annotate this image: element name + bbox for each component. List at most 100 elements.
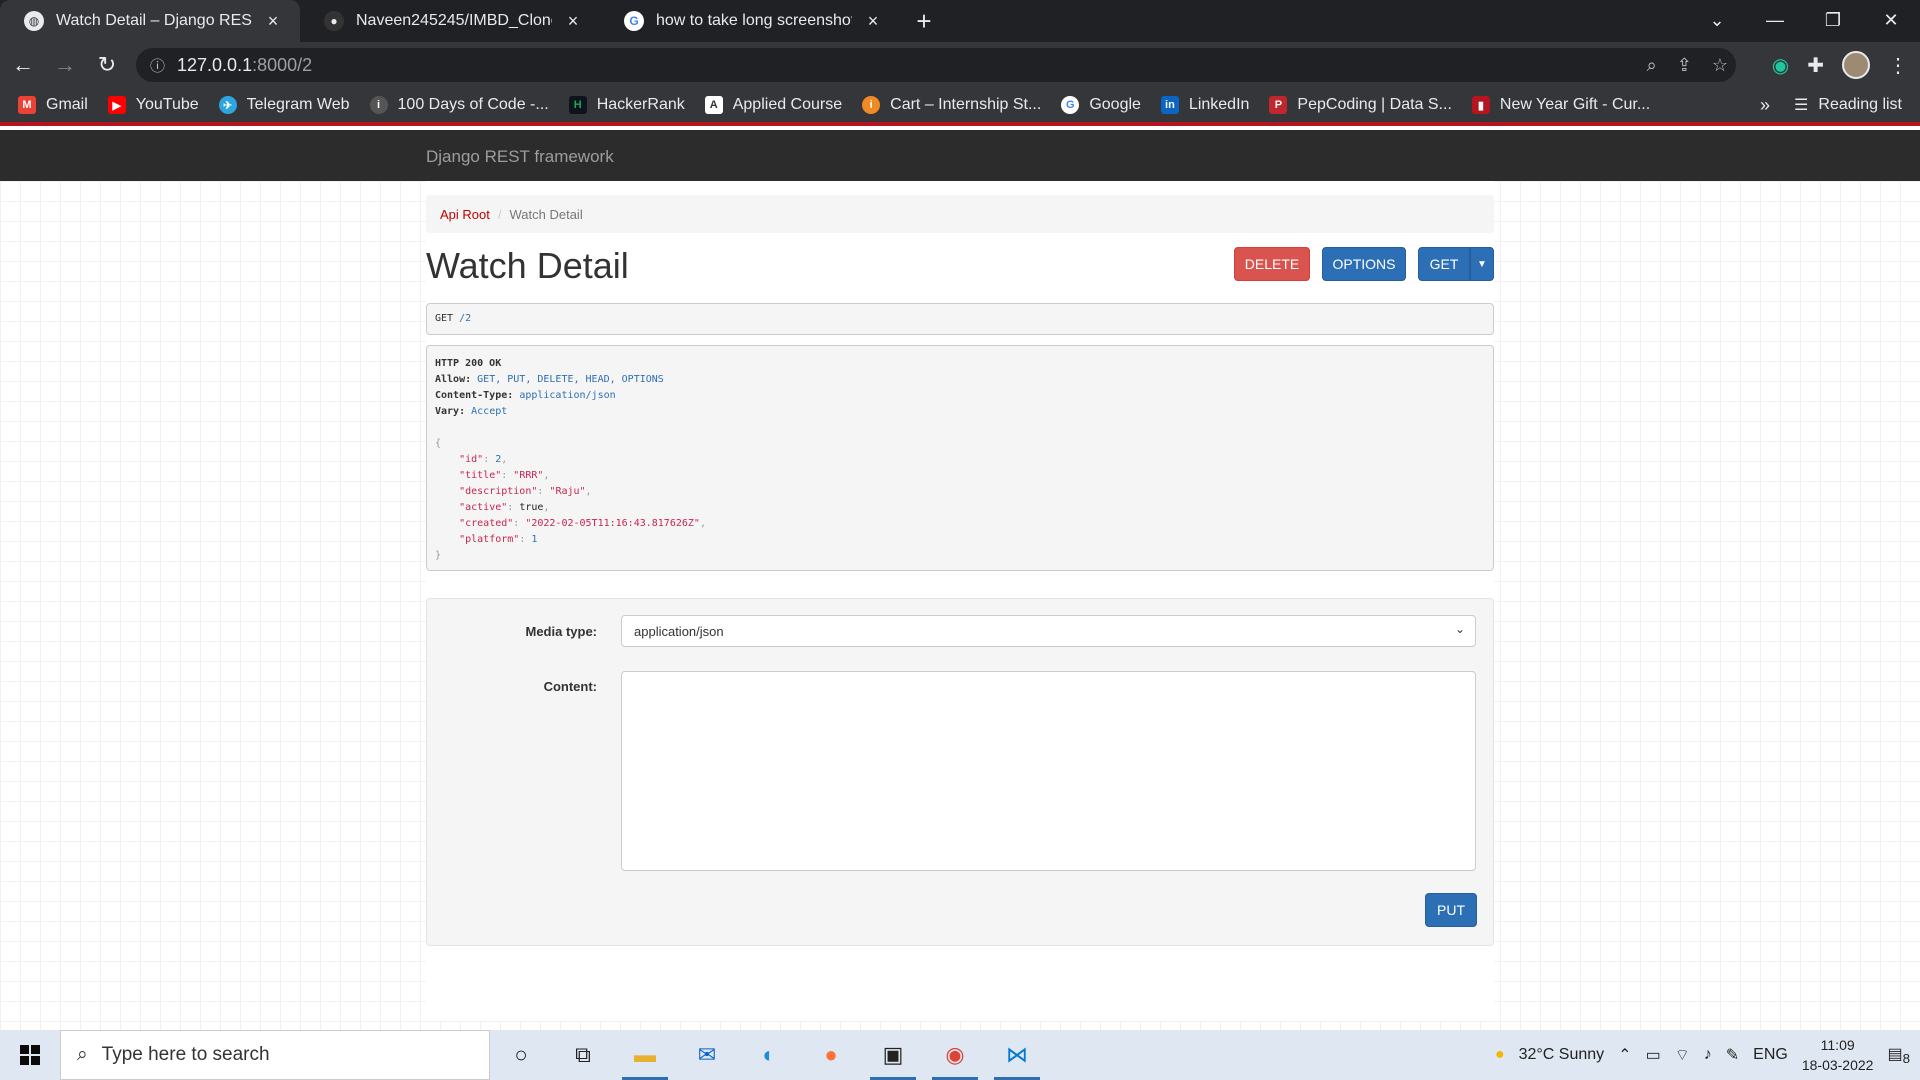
- mail-icon[interactable]: ✉: [676, 1030, 738, 1080]
- json-key: "id": [459, 454, 484, 465]
- language-indicator[interactable]: ENG: [1753, 1046, 1788, 1064]
- header-name: Allow:: [435, 374, 472, 385]
- gift-icon: ▮: [1471, 96, 1490, 114]
- google-icon: G: [1061, 96, 1080, 114]
- tab-search-icon[interactable]: ⌄: [1688, 0, 1746, 42]
- taskbar-search[interactable]: ⌕ Type here to search: [60, 1030, 490, 1080]
- content-textarea[interactable]: [621, 671, 1476, 871]
- bookmark-applied-course[interactable]: A Applied Course: [704, 96, 843, 114]
- reload-button[interactable]: ↻: [88, 46, 126, 84]
- delete-button[interactable]: DELETE: [1234, 247, 1310, 281]
- volume-icon[interactable]: ♪: [1704, 1046, 1712, 1064]
- pen-icon[interactable]: ✎: [1726, 1045, 1739, 1065]
- minimize-button[interactable]: —: [1746, 0, 1804, 42]
- youtube-icon: ▶: [107, 96, 126, 114]
- vscode-icon[interactable]: ⋈: [986, 1030, 1048, 1080]
- breadcrumb-api-root[interactable]: Api Root: [440, 207, 490, 222]
- firefox-icon[interactable]: ●: [800, 1030, 862, 1080]
- weather-text[interactable]: 32°C Sunny: [1519, 1046, 1605, 1064]
- bookmark-star-icon[interactable]: ☆: [1712, 55, 1728, 76]
- json-key: "created": [459, 518, 514, 529]
- media-type-select[interactable]: application/json ⌄: [621, 615, 1476, 647]
- applied-course-icon: A: [704, 96, 723, 114]
- puzzle-icon[interactable]: ✚: [1807, 53, 1824, 78]
- share-icon[interactable]: ⇪: [1677, 55, 1692, 76]
- address-bar[interactable]: ⓘ 127.0.0.1:8000/2 ⌕ ⇪ ☆: [136, 48, 1736, 82]
- header-value: Accept: [471, 406, 508, 417]
- chrome-icon[interactable]: ◉: [924, 1030, 986, 1080]
- clock[interactable]: 11:09 18-03-2022: [1802, 1035, 1874, 1075]
- tab-google-search[interactable]: G how to take long screenshot in la ×: [600, 0, 900, 42]
- get-button[interactable]: GET: [1418, 247, 1470, 281]
- telegram-icon: ✈: [218, 96, 237, 114]
- bookmark-new-year-gift[interactable]: ▮ New Year Gift - Cur...: [1471, 96, 1650, 114]
- tab-close-icon[interactable]: ×: [864, 11, 882, 32]
- cortana-icon[interactable]: ○: [490, 1030, 552, 1080]
- windows-logo-icon: [20, 1045, 40, 1065]
- zoom-icon[interactable]: ⌕: [1647, 55, 1657, 76]
- bookmark-youtube[interactable]: ▶ YouTube: [107, 96, 199, 114]
- menu-icon[interactable]: ⋮: [1888, 53, 1908, 78]
- json-brace: {: [435, 438, 442, 449]
- options-button[interactable]: OPTIONS: [1322, 247, 1406, 281]
- bookmark-pepcoding[interactable]: P PepCoding | Data S...: [1269, 96, 1452, 114]
- drf-navbar: Django REST framework: [0, 130, 1920, 181]
- linkedin-icon: in: [1160, 96, 1179, 114]
- request-method: GET: [435, 313, 454, 324]
- weather-icon: ●: [1494, 1046, 1505, 1063]
- bookmark-label: Applied Course: [732, 96, 843, 113]
- forward-button[interactable]: →: [46, 46, 84, 84]
- bookmark-label: Gmail: [46, 96, 88, 113]
- window-controls: ⌄ — ❐ ✕: [1688, 0, 1920, 42]
- bookmark-google[interactable]: G Google: [1061, 96, 1141, 114]
- site-info-icon[interactable]: ⓘ: [150, 55, 165, 76]
- edge-icon[interactable]: ◐: [738, 1030, 800, 1080]
- get-format-dropdown[interactable]: ▼: [1470, 247, 1494, 281]
- put-button[interactable]: PUT: [1425, 893, 1477, 927]
- bookmark-label: Telegram Web: [246, 96, 350, 113]
- json-value: "RRR": [513, 470, 544, 481]
- battery-icon[interactable]: ▭: [1646, 1045, 1661, 1065]
- response-info: HTTP 200 OK Allow: GET, PUT, DELETE, HEA…: [426, 345, 1494, 571]
- notification-icon[interactable]: ▤8: [1887, 1044, 1910, 1066]
- tab-watch-detail[interactable]: ◍ Watch Detail – Django REST fram ×: [0, 0, 300, 42]
- bookmark-label: 100 Days of Code -...: [397, 96, 549, 113]
- bookmark-linkedin[interactable]: in LinkedIn: [1160, 96, 1249, 114]
- brand-link[interactable]: Django REST framework: [426, 147, 614, 167]
- file-explorer-icon[interactable]: ▬: [614, 1030, 676, 1080]
- search-placeholder: Type here to search: [101, 1044, 270, 1065]
- new-tab-button[interactable]: +: [900, 0, 948, 42]
- browser-tab-bar: ◍ Watch Detail – Django REST fram × ● Na…: [0, 0, 1920, 42]
- bookmark-cart-internship[interactable]: i Cart – Internship St...: [862, 96, 1041, 114]
- wifi-icon[interactable]: ⌔: [1675, 1045, 1690, 1065]
- close-window-button[interactable]: ✕: [1862, 0, 1920, 42]
- internshala-icon: i: [862, 96, 881, 114]
- reading-list-button[interactable]: ☰ Reading list: [1794, 95, 1902, 115]
- json-key: "description": [459, 486, 538, 497]
- back-button[interactable]: ←: [4, 46, 42, 84]
- google-icon: G: [624, 11, 644, 31]
- request-path[interactable]: /2: [459, 313, 471, 324]
- tab-close-icon[interactable]: ×: [264, 11, 282, 32]
- restore-button[interactable]: ❐: [1804, 0, 1862, 42]
- bookmark-hackerrank[interactable]: H HackerRank: [568, 96, 685, 114]
- info-icon: i: [369, 96, 388, 114]
- browser-extensions: ◉ ✚ ⋮: [1772, 42, 1920, 88]
- chevron-up-icon[interactable]: ⌃: [1618, 1045, 1631, 1065]
- tab-close-icon[interactable]: ×: [564, 11, 582, 32]
- content-label: Content:: [543, 679, 597, 694]
- more-bookmarks-icon[interactable]: »: [1760, 95, 1770, 116]
- clock-date: 18-03-2022: [1801, 1057, 1874, 1073]
- bookmark-label: PepCoding | Data S...: [1297, 96, 1452, 113]
- avatar[interactable]: [1842, 51, 1870, 79]
- bookmark-telegram[interactable]: ✈ Telegram Web: [218, 96, 350, 114]
- tab-github[interactable]: ● Naveen245245/IMBD_Clone: Res ×: [300, 0, 600, 42]
- terminal-icon[interactable]: ▣: [862, 1030, 924, 1080]
- bookmark-100-days[interactable]: i 100 Days of Code -...: [369, 96, 549, 114]
- tab-label: Watch Detail – Django REST fram: [56, 12, 252, 29]
- breadcrumb-current: Watch Detail: [509, 206, 583, 222]
- task-view-icon[interactable]: ⧉: [552, 1030, 614, 1080]
- start-button[interactable]: [0, 1030, 60, 1080]
- bookmark-gmail[interactable]: M Gmail: [18, 96, 88, 114]
- extension-icon[interactable]: ◉: [1772, 53, 1789, 78]
